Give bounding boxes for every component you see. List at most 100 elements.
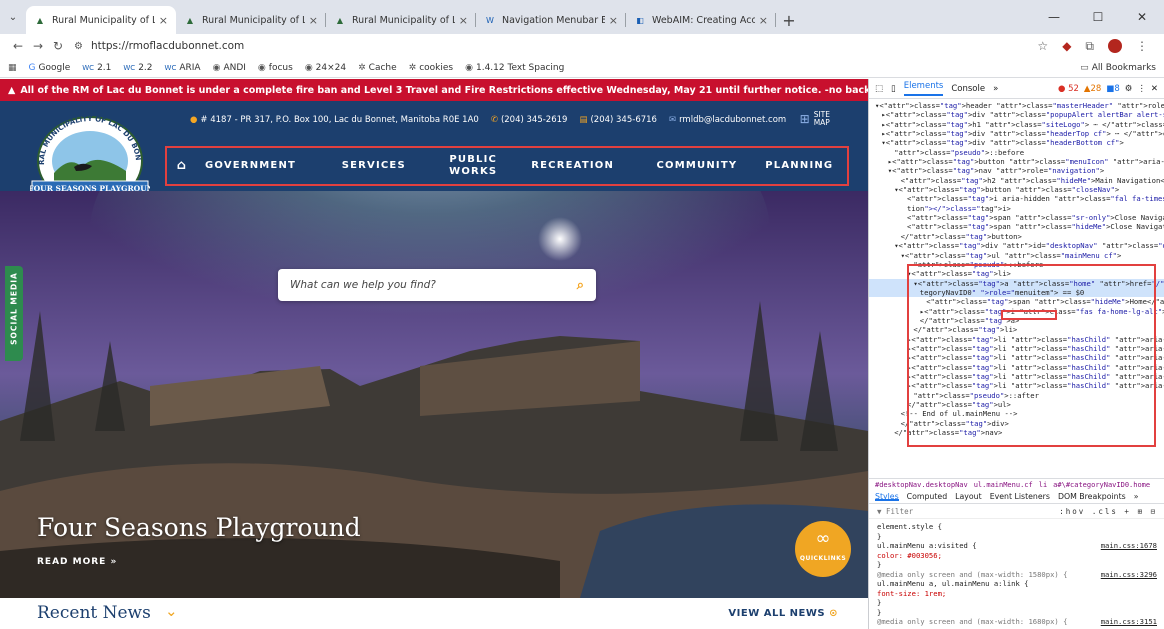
- browser-tab[interactable]: ▲ Rural Municipality of Lac Du Bo ×: [176, 6, 326, 34]
- bookmark-text-spacing[interactable]: ◉ 1.4.12 Text Spacing: [465, 63, 564, 73]
- dom-node-line[interactable]: <"attr">class="tag">h2 "attr">class="hid…: [869, 176, 1164, 185]
- social-media-tab[interactable]: SOCIAL MEDIA: [5, 266, 23, 361]
- quicklinks-button[interactable]: ∞ QUICKLINKS: [795, 521, 851, 577]
- dom-node-line[interactable]: ▸<"attr">class="tag">i "attr">class="fas…: [869, 307, 1164, 316]
- dom-node-line[interactable]: ▸<"attr">class="tag">div "attr">class="p…: [869, 110, 1164, 119]
- nav-community[interactable]: COMMUNITY: [642, 160, 751, 172]
- tab-elements[interactable]: Elements: [903, 81, 944, 96]
- dom-node-line[interactable]: ▾<"attr">class="tag">header "attr">class…: [869, 101, 1164, 110]
- styles-tab[interactable]: Styles: [875, 492, 899, 501]
- new-tab-button[interactable]: +: [776, 6, 802, 34]
- dom-node-line[interactable]: ▸<"attr">class="tag">h1 "attr">class="si…: [869, 120, 1164, 129]
- styles-toolbar-buttons[interactable]: :hov .cls + ⊞ ⊟: [1059, 507, 1157, 516]
- css-rule-line[interactable]: font-size: 1rem;: [877, 589, 1157, 599]
- bookmark-andi[interactable]: ◉ ANDI: [213, 63, 246, 73]
- chevron-down-icon[interactable]: ⌄: [165, 602, 178, 620]
- tab-search-icon[interactable]: ⌄: [0, 0, 26, 34]
- css-rule-line[interactable]: @media only screen and (max-width: 1680p…: [877, 617, 1157, 627]
- browser-tab[interactable]: ▲ Rural Municipality of Lac Du Bo ×: [26, 6, 176, 34]
- dom-node-line[interactable]: tion"></">class="tag">i>: [869, 204, 1164, 213]
- site-search-input[interactable]: What can we help you find? ⌕: [278, 269, 596, 301]
- css-source-link[interactable]: main.css:3151: [1101, 617, 1157, 627]
- dom-node-line[interactable]: ▾<"attr">class="tag">nav "attr">role="na…: [869, 166, 1164, 175]
- dom-node-line[interactable]: "attr">class="pseudo">::after: [869, 391, 1164, 400]
- profile-avatar[interactable]: [1108, 39, 1122, 53]
- dom-node-line[interactable]: <"attr">class="tag">span "attr">class="h…: [869, 222, 1164, 231]
- dom-node-line[interactable]: ▸<"attr">class="tag">li "attr">class="ha…: [869, 353, 1164, 362]
- dom-node-line[interactable]: ▾<"attr">class="tag">li>: [869, 269, 1164, 278]
- dom-node-line[interactable]: "attr">class="pseudo">::before: [869, 260, 1164, 269]
- styles-tab[interactable]: Event Listeners: [990, 492, 1050, 501]
- dom-node-line[interactable]: <!-- End of ul.mainMenu -->: [869, 409, 1164, 418]
- devtools-menu-icon[interactable]: ⋮: [1137, 84, 1146, 94]
- site-info-icon[interactable]: ⚙: [74, 41, 83, 52]
- nav-government[interactable]: GOVERNMENT: [197, 160, 304, 172]
- dom-node-line[interactable]: ▸<"attr">class="tag">li "attr">class="ha…: [869, 363, 1164, 372]
- extensions-puzzle-icon[interactable]: ⧉: [1085, 39, 1094, 54]
- bookmark-google[interactable]: G Google: [29, 63, 71, 73]
- dom-node-line[interactable]: ▾<"attr">class="tag">a "attr">class="hom…: [869, 278, 1164, 288]
- tab-console[interactable]: Console: [951, 84, 985, 94]
- close-devtools-icon[interactable]: ✕: [1151, 84, 1158, 94]
- styles-tab[interactable]: Computed: [907, 492, 948, 501]
- dom-node-line[interactable]: ▸<"attr">class="tag">li "attr">class="ha…: [869, 344, 1164, 353]
- nav-planning[interactable]: PLANNING: [752, 160, 847, 172]
- search-icon[interactable]: ⌕: [577, 278, 584, 293]
- browser-tab[interactable]: ▲ Rural Municipality of Lac Du Bo ×: [326, 6, 476, 34]
- bookmark-cache[interactable]: ✲ Cache: [358, 63, 397, 73]
- dom-node-line[interactable]: ▾<"attr">class="tag">button "attr">class…: [869, 185, 1164, 194]
- css-rule-line[interactable]: }: [877, 560, 1157, 570]
- css-rule-line[interactable]: }: [877, 532, 1157, 542]
- nav-recreation[interactable]: RECREATION: [503, 160, 642, 172]
- tab-close-icon[interactable]: ×: [159, 14, 168, 27]
- dom-node-line[interactable]: </"attr">class="tag">ul>: [869, 400, 1164, 409]
- styles-filter-input[interactable]: ▼ Filter :hov .cls + ⊞ ⊟: [869, 505, 1164, 519]
- dom-node-line[interactable]: </"attr">class="tag">button>: [869, 232, 1164, 241]
- css-rule-line[interactable]: ul.mainMenu a:visited {main.css:1678: [877, 541, 1157, 551]
- browser-tab[interactable]: W Navigation Menubar Example | ×: [476, 6, 626, 34]
- nav-services[interactable]: SERVICES: [304, 160, 443, 172]
- bookmark-star-icon[interactable]: ☆: [1037, 39, 1048, 53]
- more-tabs-button[interactable]: »: [993, 84, 998, 94]
- dom-node-line[interactable]: ▸<"attr">class="tag">li "attr">class="ha…: [869, 381, 1164, 390]
- tab-close-icon[interactable]: ×: [609, 14, 618, 27]
- tab-close-icon[interactable]: ×: [759, 14, 768, 27]
- dom-node-line[interactable]: ▸<"attr">class="tag">div "attr">class="h…: [869, 129, 1164, 138]
- municipality-logo[interactable]: RURAL MUNICIPALITY OF LAC DU BONNET A FO…: [30, 111, 150, 199]
- styles-tab[interactable]: Layout: [955, 492, 982, 501]
- dom-node-line[interactable]: <"attr">class="tag">i aria-hidden "attr"…: [869, 194, 1164, 203]
- bookmark-wcag-21[interactable]: WC 2.1: [82, 63, 111, 73]
- address-bar[interactable]: ⚙ https://rmoflacdubonnet.com: [74, 36, 1037, 56]
- fire-ban-alert-bar[interactable]: ▲ All of the RM of Lac du Bonnet is unde…: [0, 79, 868, 101]
- issue-counts[interactable]: ● 52 ▲28 ■8 ⚙ ⋮ ✕: [1058, 84, 1158, 94]
- bookmark-aria[interactable]: WC ARIA: [165, 63, 201, 73]
- address[interactable]: ● # 4187 - PR 317, P.O. Box 100, Lac du B…: [190, 115, 479, 125]
- css-rule-line[interactable]: }: [877, 598, 1157, 608]
- fax[interactable]: ▤ (204) 345-6716: [579, 115, 657, 125]
- breadcrumb-item[interactable]: a#\#categoryNavID0.home: [1053, 481, 1150, 489]
- phone-link[interactable]: ✆ (204) 345-2619: [491, 115, 568, 125]
- email-link[interactable]: ✉ rmldb@lacdubonnet.com: [669, 115, 786, 125]
- close-window-icon[interactable]: ✕: [1120, 10, 1164, 24]
- dom-node-line[interactable]: <"attr">class="tag">span "attr">class="s…: [869, 213, 1164, 222]
- bookmark-wcag-22[interactable]: WC 2.2: [123, 63, 152, 73]
- view-all-news-link[interactable]: VIEW ALL NEWS ⊙: [728, 608, 838, 619]
- device-toolbar-icon[interactable]: ▯: [891, 84, 896, 94]
- dom-node-line[interactable]: ▾<"attr">class="tag">div "attr">class="h…: [869, 138, 1164, 147]
- tab-close-icon[interactable]: ×: [309, 14, 318, 27]
- css-rule-line[interactable]: element.style {: [877, 522, 1157, 532]
- dom-node-line[interactable]: "attr">class="pseudo">::before: [869, 148, 1164, 157]
- dom-node-line[interactable]: ▾<"attr">class="tag">div "attr">id="desk…: [869, 241, 1164, 250]
- css-rule-line[interactable]: ul.mainMenu a, ul.mainMenu a:link {: [877, 579, 1157, 589]
- inspect-element-icon[interactable]: ⬚: [875, 84, 883, 94]
- dom-node-line[interactable]: </"attr">class="tag">div>: [869, 419, 1164, 428]
- css-source-link[interactable]: main.css:1678: [1101, 541, 1157, 551]
- dom-node-line[interactable]: ▸<"attr">class="tag">li "attr">class="ha…: [869, 372, 1164, 381]
- styles-tab[interactable]: »: [1134, 492, 1139, 501]
- breadcrumb-item[interactable]: li: [1039, 481, 1047, 489]
- forward-icon[interactable]: →: [28, 39, 48, 53]
- bookmark-cookies[interactable]: ✲ cookies: [409, 63, 453, 73]
- extension-icon[interactable]: ◆: [1062, 39, 1071, 53]
- dom-node-line[interactable]: ▸<"attr">class="tag">li "attr">class="ha…: [869, 335, 1164, 344]
- settings-gear-icon[interactable]: ⚙: [1125, 84, 1133, 94]
